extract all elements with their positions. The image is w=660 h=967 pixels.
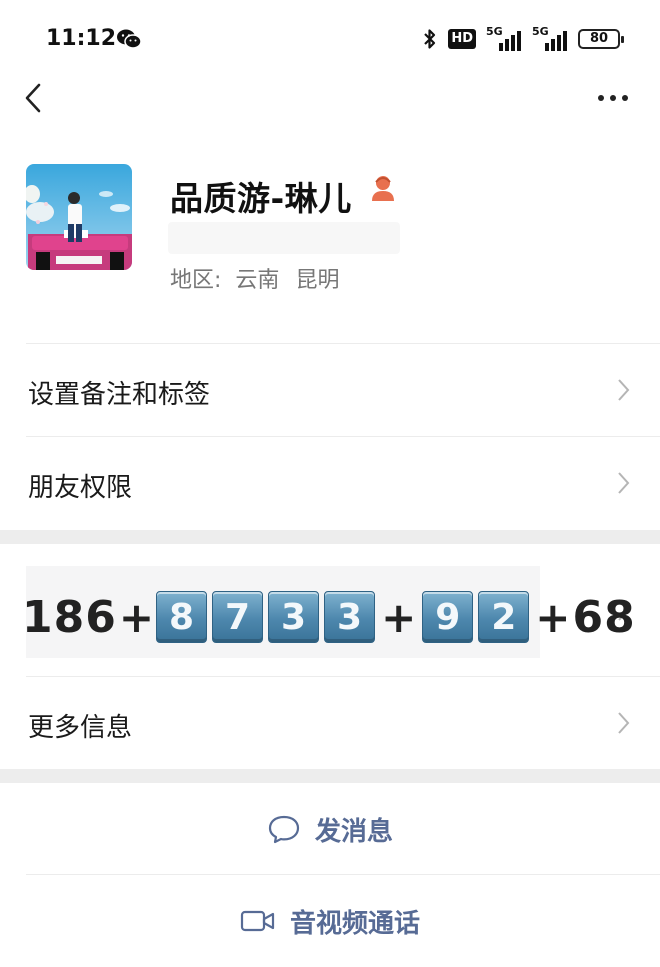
row-remark-tags[interactable]: 设置备注和标签 — [0, 344, 660, 436]
section-separator — [0, 769, 660, 783]
chat-bubble-icon — [268, 815, 300, 844]
phone-number: 186 + 8 7 3 3 + 9 2 + 68 — [22, 588, 636, 646]
row-friend-permission[interactable]: 朋友权限 — [0, 437, 660, 529]
more-options-icon[interactable] — [596, 88, 630, 108]
video-camera-icon — [240, 910, 275, 932]
plus-sign: + — [535, 592, 571, 642]
region-info: 地区: 云南 昆明 — [170, 262, 339, 294]
chevron-right-icon — [618, 712, 630, 734]
section-separator — [0, 530, 660, 544]
row-more-info[interactable]: 更多信息 — [0, 677, 660, 769]
plus-sign: + — [118, 592, 155, 642]
bluetooth-icon — [424, 29, 436, 49]
plus-sign: + — [381, 592, 417, 642]
contact-name: 品质游-琳儿 — [170, 179, 352, 218]
region-province: 云南 — [235, 268, 280, 293]
status-time: 11:12 — [46, 26, 117, 51]
hd-voice-badge: HD — [448, 29, 476, 49]
signal-5g-2: 5G — [532, 25, 568, 51]
av-call-button[interactable]: 音视频通话 — [0, 876, 660, 966]
chevron-right-icon — [618, 379, 630, 401]
signal-bars-icon — [545, 31, 567, 51]
phone-prefix: 186 — [22, 591, 117, 643]
status-indicators: HD 5G 5G 80 — [422, 25, 624, 52]
row-label-remark: 设置备注和标签 — [28, 380, 211, 410]
digit-keycap: 3 — [324, 591, 376, 643]
female-gender-icon — [372, 176, 394, 201]
send-message-label: 发消息 — [314, 816, 393, 847]
digit-keycap: 9 — [422, 591, 474, 643]
signal-bars-icon — [499, 31, 521, 51]
battery-indicator: 80 — [578, 29, 624, 49]
row-label-more-info: 更多信息 — [28, 713, 133, 743]
digit-keycap: 3 — [268, 591, 320, 643]
chevron-right-icon — [618, 472, 630, 494]
digit-keycap: 7 — [212, 591, 264, 643]
row-label-permission: 朋友权限 — [28, 473, 133, 503]
signal-5g-1: 5G — [486, 25, 522, 51]
digit-keycap: 8 — [156, 591, 208, 643]
status-bar: 11:12 HD 5G 5G 80 — [0, 0, 660, 72]
wechat-icon — [117, 29, 142, 49]
send-message-button[interactable]: 发消息 — [0, 784, 660, 874]
divider — [26, 874, 660, 875]
avatar[interactable] — [26, 164, 132, 270]
digit-keycap: 2 — [478, 591, 530, 643]
back-arrow-icon[interactable] — [20, 82, 48, 114]
region-city: 昆明 — [295, 268, 340, 293]
phone-suffix: 68 — [572, 591, 636, 643]
region-label: 地区: — [170, 268, 222, 293]
obscured-wechat-id — [168, 222, 400, 254]
av-call-label: 音视频通话 — [289, 908, 420, 939]
